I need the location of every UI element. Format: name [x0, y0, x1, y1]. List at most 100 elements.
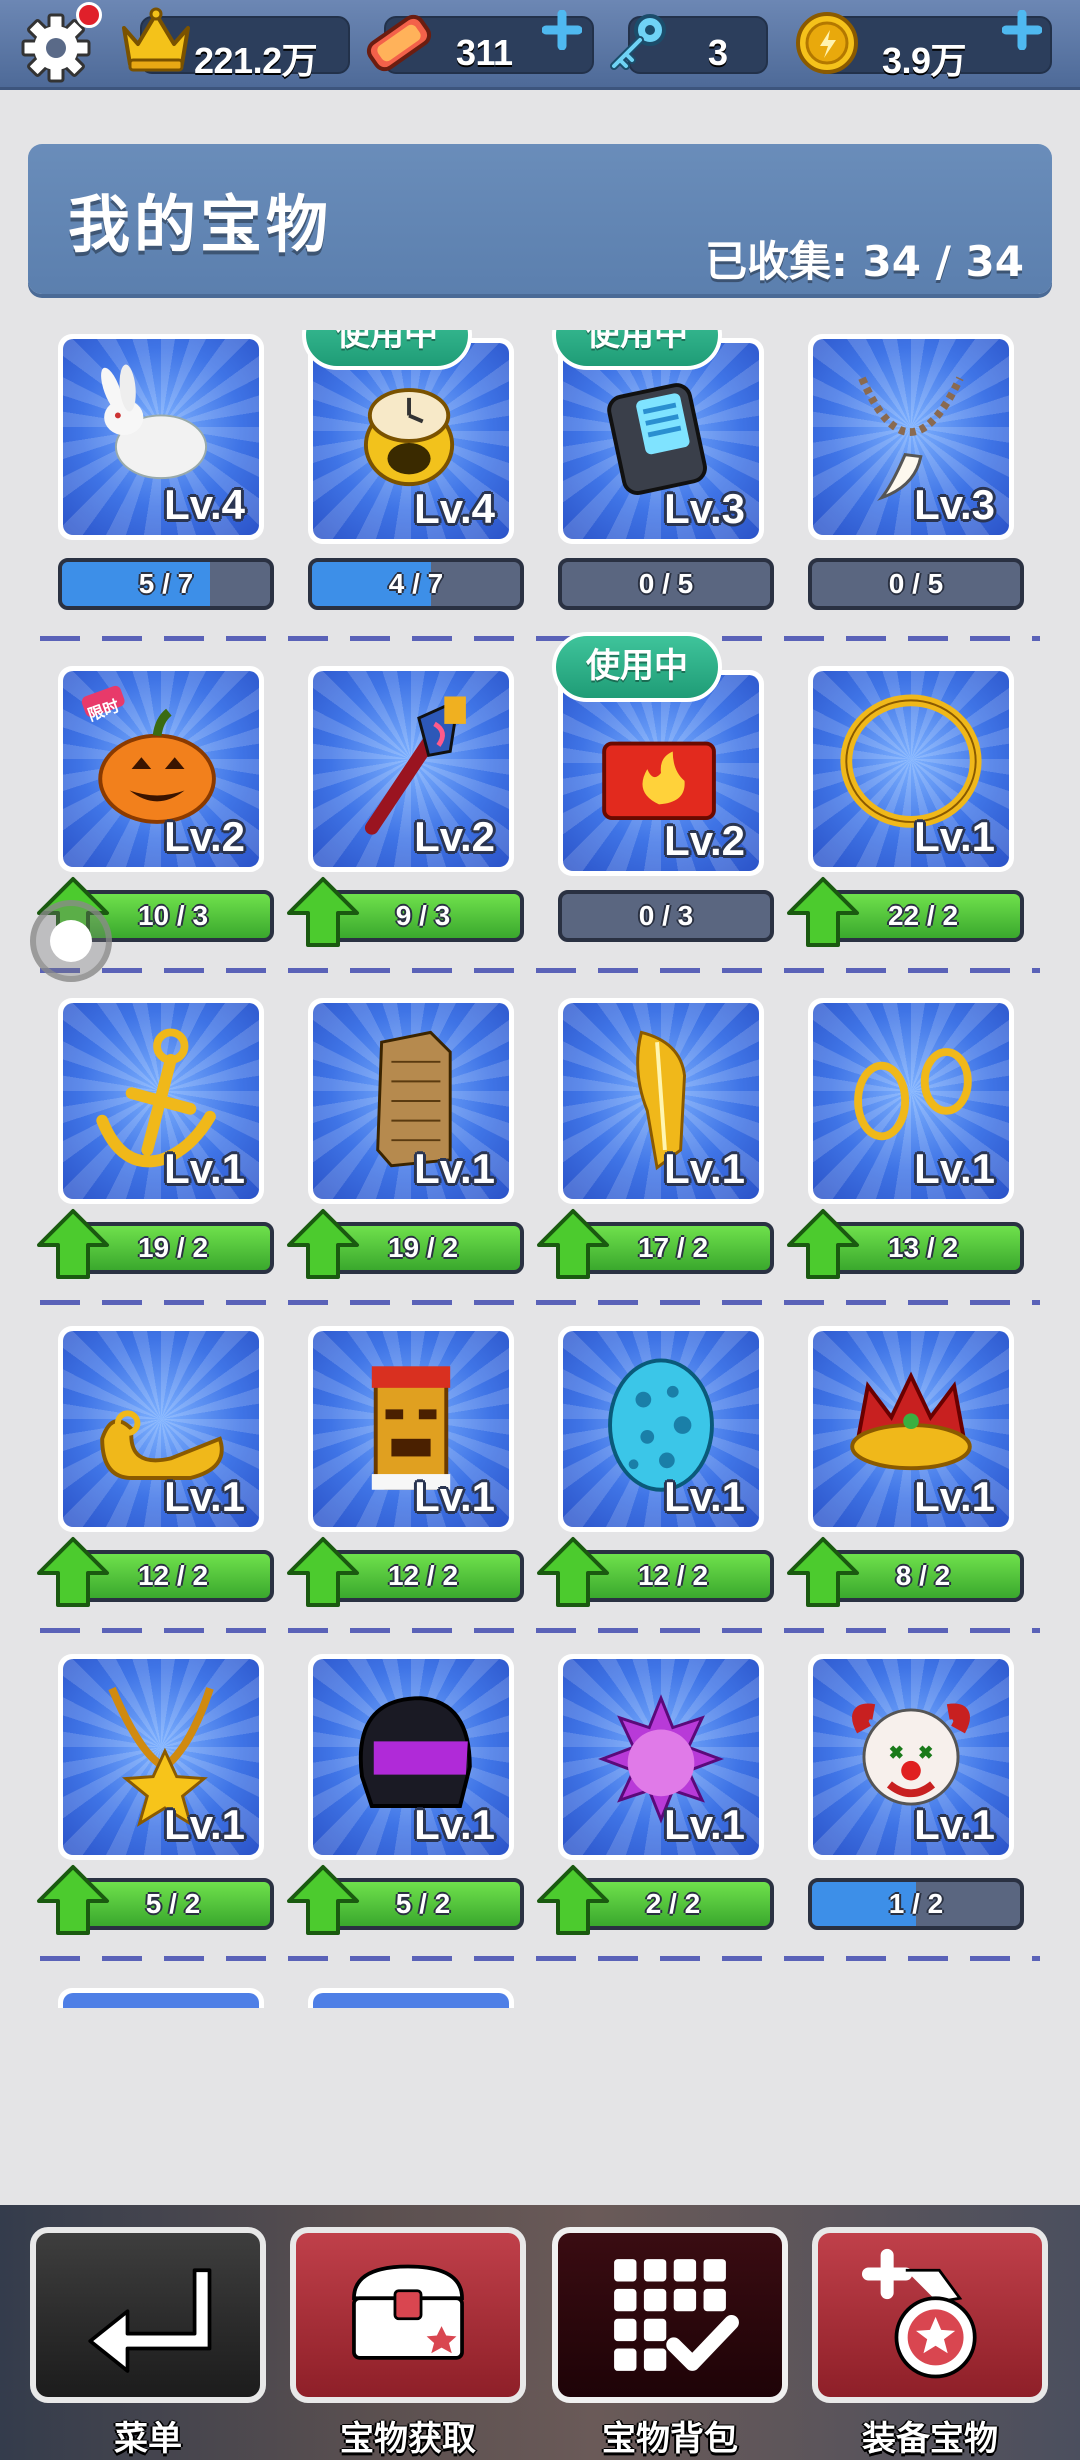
treasure-card-pumpkin[interactable]: 限时 Lv.2 [58, 666, 264, 872]
treasure-card-art: Lv.1 [313, 1331, 509, 1527]
crown-icon [122, 7, 190, 72]
menu-button[interactable] [30, 2227, 266, 2403]
treasure-card-art: Lv.4 [313, 343, 509, 539]
treasure-card-golden-ring[interactable]: Lv.1 [808, 666, 1014, 872]
treasure-card-art: Lv.1 [813, 1331, 1009, 1527]
collected-count: 已收集: 34 / 34 [705, 237, 1024, 286]
treasure-card-skyscraper[interactable]: Lv.1 [308, 998, 514, 1204]
treasure-card-art: Lv.1 [63, 1331, 259, 1527]
row-separator [40, 968, 1040, 973]
upgrade-arrow-icon[interactable] [36, 1208, 110, 1280]
upgrade-arrow-icon[interactable] [36, 1864, 110, 1936]
treasure-card-fang-necklace[interactable]: Lv.3 [808, 334, 1014, 540]
treasure-card-art: Lv.1 [563, 1003, 759, 1199]
progress-text: 1 / 2 [888, 1888, 944, 1919]
return-arrow-icon [88, 2268, 212, 2373]
treasure-card-gold-rings[interactable]: Lv.1 [808, 998, 1014, 1204]
treasure-level: Lv.1 [164, 1145, 245, 1192]
treasure-card-art: Lv.2 [313, 671, 509, 867]
equip-treasure-button[interactable] [812, 2227, 1048, 2403]
treasure-level: Lv.4 [414, 485, 495, 532]
add-coins-icon[interactable] [1002, 10, 1042, 50]
treasure-card-art: Lv.1 [313, 1003, 509, 1199]
treasure-level: Lv.3 [914, 481, 995, 528]
treasure-card-art: 限时 Lv.2 [63, 671, 259, 867]
treasure-card-anchor[interactable]: Lv.1 [58, 998, 264, 1204]
top-resource-bar: 221.2万 311 3 3.9万 [0, 0, 1080, 90]
treasure-card-crown[interactable]: Lv.1 [808, 1326, 1014, 1532]
treasure-level: Lv.2 [414, 813, 495, 860]
treasure-card-partial [308, 1988, 514, 2008]
upgrade-arrow-icon[interactable] [286, 876, 360, 948]
treasure-card-art: Lv.1 [563, 1331, 759, 1527]
treasure-progress-bar: 0 / 3 [558, 890, 774, 942]
upgrade-arrow-icon[interactable] [286, 1536, 360, 1608]
treasure-card-genie-slippers[interactable]: Lv.1 [58, 1326, 264, 1532]
menu-label: 菜单 [114, 2419, 182, 2459]
treasure-card-dragon-egg[interactable]: Lv.1 [558, 1326, 764, 1532]
notification-dot [76, 2, 102, 28]
treasure-card-art: Lv.1 [63, 1003, 259, 1199]
ticket-count: 311 [456, 32, 513, 73]
progress-text: 0 / 5 [888, 568, 944, 599]
upgrade-arrow-icon[interactable] [536, 1208, 610, 1280]
progress-text: 4 / 7 [388, 568, 444, 599]
treasure-card-racing-helmet[interactable]: Lv.1 [308, 1654, 514, 1860]
treasure-level: Lv.1 [664, 1801, 745, 1848]
treasure-progress-bar: 5 / 7 [58, 558, 274, 610]
treasure-progress-bar: 0 / 5 [558, 558, 774, 610]
treasure-card-tiki-totem[interactable]: Lv.1 [308, 1326, 514, 1532]
ticket-icon [366, 14, 432, 72]
coin-icon [796, 12, 858, 74]
treasure-card-art: Lv.1 [813, 1003, 1009, 1199]
treasure-progress-bar: 0 / 5 [808, 558, 1024, 610]
coin-count: 3.9万 [882, 40, 967, 81]
treasure-card-art: Lv.1 [63, 1659, 259, 1855]
progress-text: 5 / 7 [138, 568, 194, 599]
treasure-progress-bar: 1 / 2 [808, 1878, 1024, 1930]
key-count: 3 [708, 32, 728, 73]
treasure-level: Lv.1 [414, 1801, 495, 1848]
treasure-card-partial [58, 1988, 264, 2008]
key-icon [610, 14, 666, 70]
upgrade-arrow-icon[interactable] [536, 1864, 610, 1936]
upgrade-arrow-icon[interactable] [786, 1208, 860, 1280]
treasure-card-art: Lv.3 [813, 339, 1009, 535]
treasure-card-clown-mask[interactable]: Lv.1 [808, 1654, 1014, 1860]
equip-medal-icon [861, 2248, 977, 2379]
treasure-level: Lv.1 [664, 1145, 745, 1192]
upgrade-arrow-icon[interactable] [786, 1536, 860, 1608]
treasure-card-crystal-orb[interactable]: Lv.1 [558, 1654, 764, 1860]
treasure-level: Lv.4 [164, 481, 245, 528]
treasure-level: Lv.1 [914, 1145, 995, 1192]
row-separator [40, 1300, 1040, 1305]
treasure-card-art: Lv.2 [563, 675, 759, 871]
progress-text: 0 / 3 [638, 900, 694, 931]
treasure-progress-bar: 4 / 7 [308, 558, 524, 610]
treasure-level: Lv.1 [414, 1473, 495, 1520]
treasure-card-magic-wand[interactable]: Lv.2 [308, 666, 514, 872]
floating-toggle-button[interactable] [30, 900, 112, 982]
treasure-card-rabbit[interactable]: Lv.4 [58, 334, 264, 540]
treasure-level: Lv.3 [664, 485, 745, 532]
treasure-bag-button[interactable] [552, 2227, 788, 2403]
grid-check-icon [614, 2259, 739, 2371]
treasure-level: Lv.2 [664, 817, 745, 864]
treasure-bag-label: 宝物背包 [602, 2419, 738, 2459]
treasure-level: Lv.1 [414, 1145, 495, 1192]
upgrade-arrow-icon[interactable] [36, 1536, 110, 1608]
upgrade-arrow-icon[interactable] [286, 1208, 360, 1280]
row-separator [40, 1628, 1040, 1633]
treasure-acquire-button[interactable] [290, 2227, 526, 2403]
upgrade-arrow-icon[interactable] [536, 1536, 610, 1608]
treasure-level: Lv.1 [914, 1801, 995, 1848]
page-title: 我的宝物 [68, 188, 333, 261]
add-tickets-icon[interactable] [542, 10, 582, 50]
my-treasures-header: 我的宝物 已收集: 34 / 34 [28, 144, 1052, 294]
treasure-level: Lv.2 [164, 813, 245, 860]
upgrade-arrow-icon[interactable] [286, 1864, 360, 1936]
treasure-card-star-necklace[interactable]: Lv.1 [58, 1654, 264, 1860]
treasure-card-yellow-feather[interactable]: Lv.1 [558, 998, 764, 1204]
treasure-grid: Lv.4 5 / 7 Lv.4 使用中 4 / 7 Lv.3 使用中 0 / 5 Lv.3 0 /… [0, 330, 1080, 2000]
upgrade-arrow-icon[interactable] [786, 876, 860, 948]
